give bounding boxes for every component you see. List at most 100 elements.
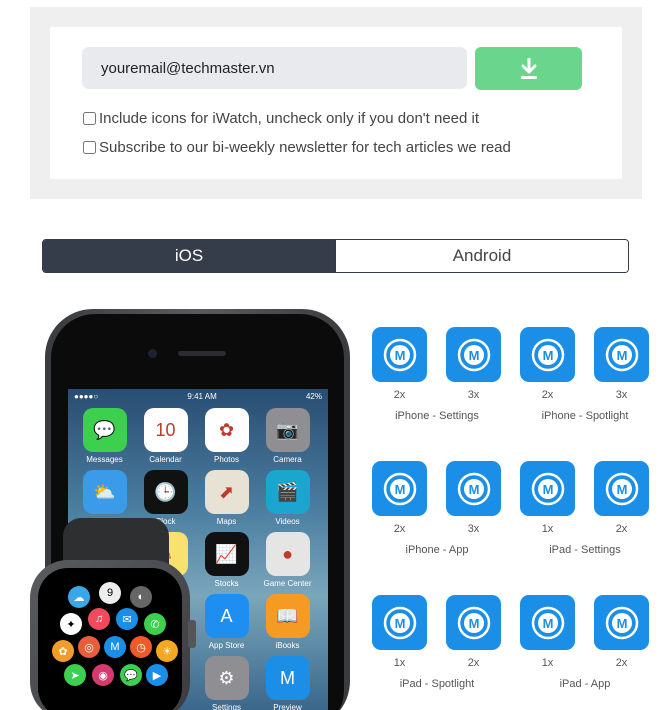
app-icon-tile[interactable]: M <box>520 461 575 516</box>
techmaster-logo-icon: M <box>457 606 490 639</box>
signal-icon: ●●●●○ <box>74 391 99 401</box>
svg-text:M: M <box>616 482 627 497</box>
app-icon-tile[interactable]: M <box>372 595 427 650</box>
icon-scale-label: 2x <box>615 657 628 669</box>
app-icon: 🎬 <box>265 470 310 514</box>
home-app: 🎬 Videos <box>257 470 318 532</box>
iwatch-option-label: Include icons for iWatch, uncheck only i… <box>99 110 480 127</box>
home-app: 📷 Camera <box>257 408 318 470</box>
app-icon: M <box>265 656 310 700</box>
apple-watch-preview: ☁ 9 ◐ ✦ ♫ ✉ ✆ ✿ ◎ M ◷ ☀ ➤ ◉ 💬 ▶ <box>30 560 190 710</box>
music-icon: ♫ <box>88 608 110 630</box>
app-icon: ⚙ <box>204 656 249 700</box>
app-icon: 📈 <box>204 532 249 576</box>
app-icon-tile[interactable]: M <box>594 461 649 516</box>
home-app: ⚙ Settings <box>196 656 257 710</box>
svg-text:M: M <box>542 616 553 631</box>
app-label: Calendar <box>149 455 182 464</box>
techmaster-logo-icon: M <box>457 338 490 371</box>
home-app: ● Game Center <box>257 532 318 594</box>
home-app: ✿ Photos <box>196 408 257 470</box>
mail-icon: ✉ <box>116 608 138 630</box>
app-icon-tile[interactable]: M <box>446 327 501 382</box>
techmaster-logo-icon: M <box>531 606 564 639</box>
icon-set-label: iPhone - App <box>405 544 469 556</box>
app-icon: ✿ <box>204 408 249 452</box>
download-icon <box>520 57 537 79</box>
download-form: Include icons for iWatch, uncheck only i… <box>50 27 622 179</box>
app-label: Photos <box>214 455 239 464</box>
app-icon: 💬 <box>82 408 127 452</box>
techmaster-logo-icon: M <box>531 338 564 371</box>
icon-scale-label: 3x <box>467 523 480 535</box>
download-button[interactable] <box>475 47 582 90</box>
activity-rings-icon: ◉ <box>92 664 114 686</box>
icon-scale-label: 1x <box>393 657 406 669</box>
icon-set-label: iPhone - Spotlight <box>541 410 629 422</box>
iwatch-checkbox[interactable] <box>83 112 96 125</box>
email-input[interactable] <box>82 47 467 89</box>
tab-ios[interactable]: iOS <box>43 240 335 272</box>
status-bar: ●●●●○ 9:41 AM 42% <box>68 389 328 403</box>
app-icon-tile[interactable]: M <box>372 461 427 516</box>
app-label: Settings <box>212 703 241 710</box>
maps-icon: ◎ <box>78 636 100 658</box>
watch-crown <box>188 620 196 648</box>
app-label: App Store <box>208 641 245 650</box>
app-icon-tile[interactable]: M <box>446 461 501 516</box>
svg-text:M: M <box>394 482 405 497</box>
app-icon-tile[interactable]: M <box>520 327 575 382</box>
svg-text:M: M <box>468 348 479 363</box>
phone-icon: ✆ <box>144 613 166 635</box>
app-label: Game Center <box>263 579 312 588</box>
icon-scale-label: 2x <box>615 523 628 535</box>
app-icon-tile[interactable]: M <box>372 327 427 382</box>
status-time: 9:41 AM <box>187 391 217 401</box>
icon-scale-label: 1x <box>541 523 554 535</box>
svg-text:M: M <box>468 616 479 631</box>
home-app: ⬈ Maps <box>196 470 257 532</box>
app-icon: ⛅ <box>82 470 127 514</box>
phone-camera <box>148 349 157 358</box>
download-form-panel: Include icons for iWatch, uncheck only i… <box>30 7 642 199</box>
techmaster-logo-icon: M <box>457 472 490 505</box>
newsletter-option-label: Subscribe to our bi-weekly newsletter fo… <box>99 139 511 156</box>
app-icon-tile[interactable]: M <box>594 327 649 382</box>
svg-text:M: M <box>468 482 479 497</box>
app-icon-tile[interactable]: M <box>520 595 575 650</box>
status-battery: 42% <box>305 391 322 401</box>
techmaster-logo-icon: M <box>383 606 416 639</box>
photos-icon: ✿ <box>52 640 74 662</box>
app-label: Videos <box>275 517 300 526</box>
platform-tabs: iOS Android <box>42 239 629 273</box>
newsletter-option[interactable]: Subscribe to our bi-weekly newsletter fo… <box>83 139 511 156</box>
app-label: Maps <box>216 517 237 526</box>
activity-run-icon: ➤ <box>64 664 86 686</box>
app-icon: ● <box>265 532 310 576</box>
techmaster-logo-icon: M <box>531 472 564 505</box>
tab-android[interactable]: Android <box>335 240 628 272</box>
home-app: 📈 Stocks <box>196 532 257 594</box>
icon-scale-label: 1x <box>541 657 554 669</box>
messages-icon: 💬 <box>120 664 142 686</box>
newsletter-checkbox[interactable] <box>83 141 96 154</box>
app-preview-icon: M <box>104 636 126 658</box>
app-icon-tile[interactable]: M <box>594 595 649 650</box>
app-label: Camera <box>273 455 302 464</box>
app-label: Messages <box>86 455 123 464</box>
icon-set-label: iPad - App <box>559 678 611 690</box>
app-label: iBooks <box>275 641 300 650</box>
app-icon: 🕒 <box>143 470 188 514</box>
app-icon-tile[interactable]: M <box>446 595 501 650</box>
iwatch-option[interactable]: Include icons for iWatch, uncheck only i… <box>83 110 479 127</box>
icon-set-label: iPad - Settings <box>549 544 621 556</box>
app-icon: 📖 <box>265 594 310 638</box>
play-icon: ▶ <box>146 664 168 686</box>
svg-text:M: M <box>542 482 553 497</box>
sun-icon: ☀ <box>156 640 178 662</box>
weather-icon: ☁ <box>68 586 90 608</box>
icon-scale-label: 2x <box>393 523 406 535</box>
icon-scale-label: 2x <box>467 657 480 669</box>
home-app: 📖 iBooks <box>257 594 318 656</box>
techmaster-logo-icon: M <box>605 606 638 639</box>
